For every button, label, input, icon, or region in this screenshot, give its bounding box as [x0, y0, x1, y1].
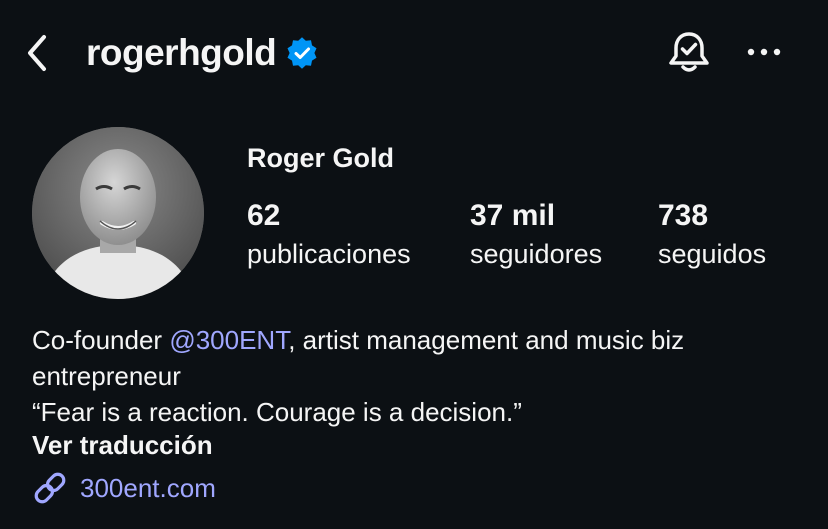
back-button[interactable]	[22, 32, 58, 74]
stat-following-count: 738	[658, 199, 709, 232]
see-translation-button[interactable]: Ver traducción	[32, 430, 213, 461]
profile-avatar[interactable]	[32, 127, 204, 299]
bio-line: Co-founder @300ENT, artist management an…	[32, 322, 812, 394]
stat-followers-label: seguidores	[470, 239, 603, 269]
stat-following[interactable]: 738 seguidos	[658, 198, 766, 272]
stat-posts-count: 62	[247, 199, 281, 232]
stat-posts[interactable]: 62 publicaciones	[247, 198, 411, 272]
more-options-button[interactable]	[745, 36, 783, 68]
display-name: Roger Gold	[247, 143, 394, 173]
stat-posts-label: publicaciones	[247, 239, 411, 269]
verified-badge-icon	[287, 37, 317, 69]
top-bar: rogerhgold	[0, 0, 828, 106]
external-link[interactable]: 300ent.com	[32, 470, 216, 506]
back-icon	[28, 35, 46, 71]
bio-mention-link[interactable]: @300ENT	[169, 325, 288, 355]
avatar-photo	[32, 127, 204, 299]
stat-followers[interactable]: 37 mil seguidores	[470, 198, 602, 272]
bio-prefix: Co-founder	[32, 325, 170, 355]
stat-following-label: seguidos	[658, 239, 767, 269]
notification-bell-icon	[669, 32, 709, 72]
notifications-button[interactable]	[666, 29, 712, 75]
username-row: rogerhgold	[86, 30, 318, 76]
username: rogerhgold	[86, 32, 277, 73]
bio-quote: “Fear is a reaction. Courage is a decisi…	[32, 397, 522, 427]
bio: Co-founder @300ENT, artist management an…	[32, 322, 812, 430]
link-icon	[34, 472, 66, 504]
external-link-text: 300ent.com	[80, 472, 216, 503]
stat-followers-count: 37 mil	[470, 199, 556, 232]
more-options-icon	[747, 48, 781, 56]
